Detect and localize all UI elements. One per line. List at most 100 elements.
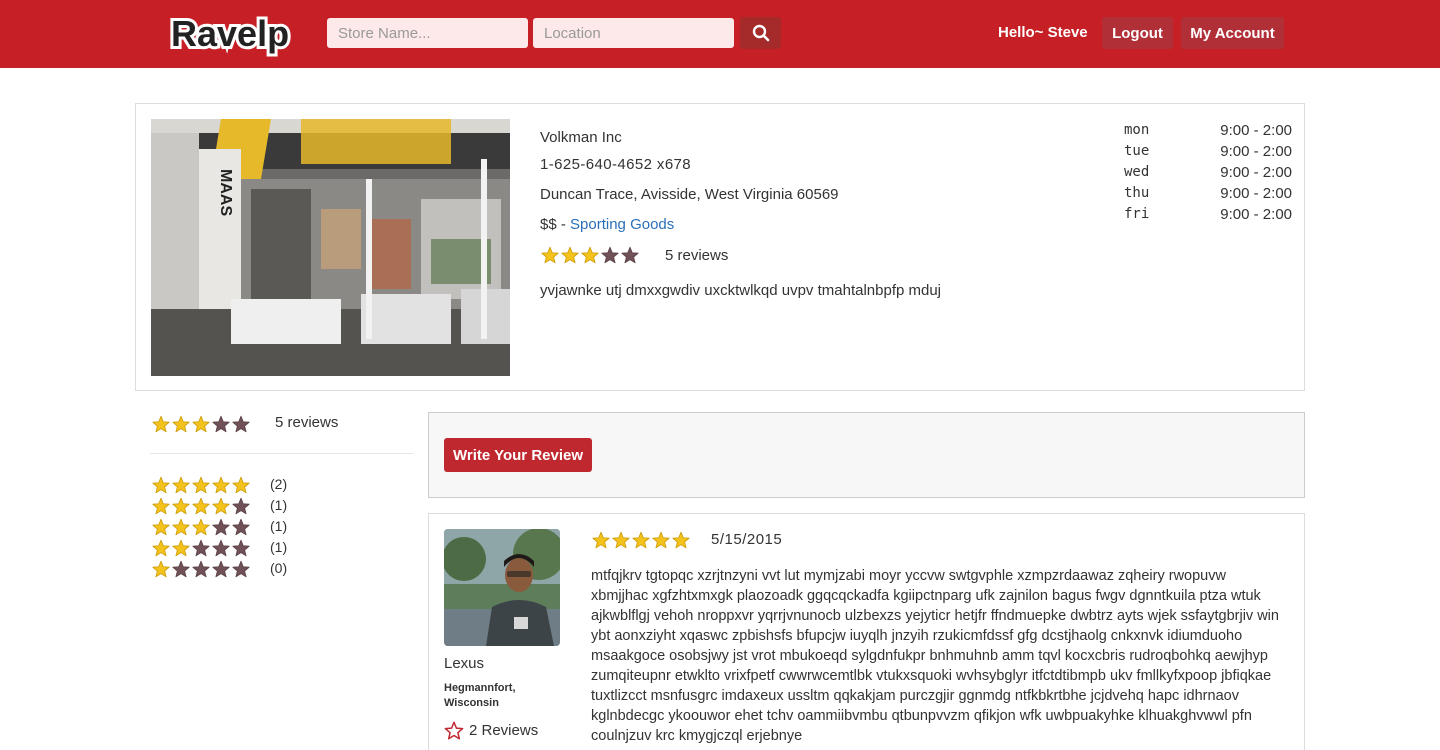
store-rating-row: 5 reviews (540, 246, 728, 264)
star-filled-icon (172, 476, 190, 493)
hours-time: 9:00 - 2:00 (1220, 164, 1292, 181)
star-filled-icon (561, 246, 579, 264)
breakdown-stars (151, 518, 251, 536)
reviewer-avatar[interactable] (444, 529, 560, 646)
user-greeting: Hello~ Steve (998, 24, 1088, 41)
store-phone: 1-625-640-4652 x678 (540, 156, 692, 173)
breakdown-stars (151, 560, 251, 578)
store-name: Volkman Inc (540, 129, 622, 146)
store-rating-stars (540, 246, 640, 264)
star-empty-icon (232, 497, 250, 514)
star-filled-icon (152, 476, 170, 493)
star-filled-icon (152, 415, 170, 432)
store-detail-panel: MAAS Volkman Inc 1-625-640-4652 x678 Dun… (135, 103, 1305, 391)
star-empty-icon (232, 539, 250, 556)
reviewer-review-count: 2 Reviews (444, 721, 538, 740)
location-input[interactable] (533, 18, 734, 48)
star-empty-icon (232, 560, 250, 577)
review-date: 5/15/2015 (711, 531, 783, 548)
breakdown-count: (1) (270, 539, 288, 555)
rating-breakdown-row-5[interactable] (151, 474, 251, 495)
star-empty-icon (212, 539, 230, 556)
hours-day: tue (1124, 143, 1150, 159)
rating-breakdown-row-1[interactable] (151, 558, 251, 579)
star-empty-icon (172, 560, 190, 577)
star-empty-icon (232, 518, 250, 535)
star-filled-icon (172, 415, 190, 432)
star-empty-icon (192, 539, 210, 556)
star-filled-icon (172, 497, 190, 514)
my-account-button[interactable]: My Account (1181, 17, 1284, 49)
summary-rating-stars (151, 415, 251, 433)
hours-row: tue 9:00 - 2:00 (1124, 141, 1292, 162)
breakdown-count: (1) (270, 497, 288, 513)
hours-time: 9:00 - 2:00 (1220, 143, 1292, 160)
breakdown-stars (151, 476, 251, 494)
star-filled-icon (672, 531, 690, 549)
star-empty-icon (232, 415, 250, 432)
rating-breakdown-row-4[interactable] (151, 495, 251, 516)
hours-day: mon (1124, 122, 1150, 138)
breakdown-stars (151, 539, 251, 557)
opening-hours: mon 9:00 - 2:00 tue 9:00 - 2:00 wed 9:00 - … (1124, 120, 1292, 225)
svg-text:MAAS: MAAS (217, 169, 234, 216)
hours-day: fri (1124, 206, 1150, 222)
summary-rating-stars-row (151, 413, 251, 434)
breakdown-count: (2) (270, 476, 288, 492)
hours-row: fri 9:00 - 2:00 (1124, 204, 1292, 225)
sidebar-divider (150, 453, 413, 454)
star-outline-icon (444, 721, 464, 740)
hours-day: wed (1124, 164, 1150, 180)
star-filled-icon (612, 531, 630, 549)
hours-day: thu (1124, 185, 1150, 201)
price-separator: - (556, 216, 571, 233)
store-address: Duncan Trace, Avisside, West Virginia 60… (540, 186, 839, 203)
hours-row: thu 9:00 - 2:00 (1124, 183, 1292, 204)
write-review-panel: Write Your Review (428, 412, 1305, 498)
store-description: yvjawnke utj dmxxgwdiv uxcktwlkqd uvpv t… (540, 282, 942, 299)
top-navbar: Ravelp Hello~ Steve Logout My Account (0, 0, 1440, 68)
hours-row: wed 9:00 - 2:00 (1124, 162, 1292, 183)
star-empty-icon (212, 560, 230, 577)
hours-time: 9:00 - 2:00 (1220, 206, 1292, 223)
star-empty-icon (621, 246, 639, 264)
star-empty-icon (212, 415, 230, 432)
reviewer-name[interactable]: Lexus (444, 655, 484, 672)
star-filled-icon (212, 476, 230, 493)
star-filled-icon (212, 497, 230, 514)
star-empty-icon (192, 560, 210, 577)
star-filled-icon (152, 560, 170, 577)
star-filled-icon (581, 246, 599, 264)
star-filled-icon (172, 539, 190, 556)
star-empty-icon (212, 518, 230, 535)
logout-button[interactable]: Logout (1102, 17, 1173, 49)
star-filled-icon (152, 539, 170, 556)
star-filled-icon (192, 415, 210, 432)
star-filled-icon (232, 476, 250, 493)
reviewer-count-label: 2 Reviews (469, 722, 539, 739)
search-icon (752, 24, 769, 42)
star-filled-icon (632, 531, 650, 549)
svg-text:Ravelp: Ravelp (171, 13, 289, 54)
star-empty-icon (601, 246, 619, 264)
summary-reviews-count: 5 reviews (275, 414, 339, 431)
star-filled-icon (192, 497, 210, 514)
write-review-button[interactable]: Write Your Review (444, 438, 592, 472)
breakdown-count: (0) (270, 560, 288, 576)
rating-breakdown-row-3[interactable] (151, 516, 251, 537)
breakdown-stars (151, 497, 251, 515)
rating-breakdown-row-2[interactable] (151, 537, 251, 558)
review-rating-stars (591, 531, 691, 549)
star-filled-icon (192, 518, 210, 535)
store-photo: MAAS (151, 119, 510, 376)
star-filled-icon (152, 497, 170, 514)
hours-time: 9:00 - 2:00 (1220, 122, 1292, 139)
star-filled-icon (652, 531, 670, 549)
store-name-input[interactable] (327, 18, 528, 48)
ravelp-logo[interactable]: Ravelp (167, 8, 291, 58)
star-filled-icon (541, 246, 559, 264)
star-filled-icon (592, 531, 610, 549)
store-price-category: $$ - Sporting Goods (540, 216, 674, 233)
category-link[interactable]: Sporting Goods (570, 216, 674, 233)
search-button[interactable] (740, 17, 781, 49)
